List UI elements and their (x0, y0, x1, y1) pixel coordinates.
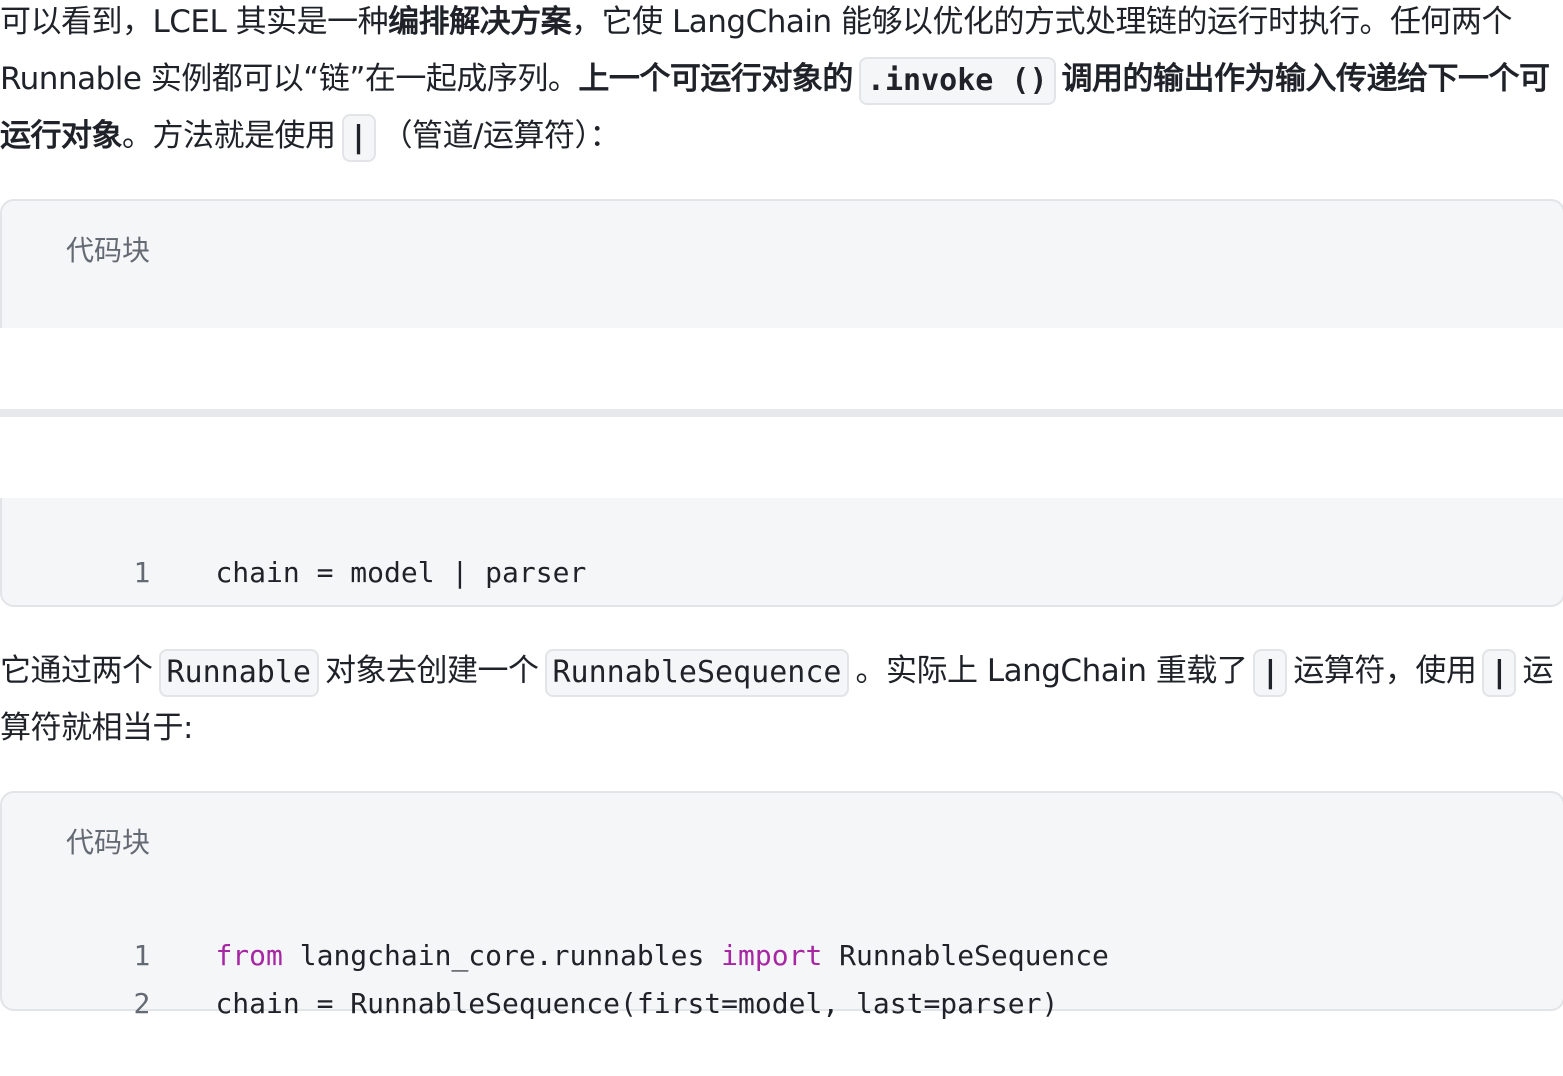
intro-bold-2: 上一个可运行对象的 (578, 61, 853, 97)
code-block-label: 代码块 (66, 234, 151, 267)
expl-text-2: 对象去创建一个 (325, 653, 539, 689)
divider (0, 409, 1563, 417)
code-line: 2 chain = RunnableSequence(first=model, l… (2, 932, 1058, 1020)
intro-paragraph: 可以看到，LCEL 其实是一种编排解决方案，它使 LangChain 能够以优化… (0, 0, 1563, 165)
inline-code-runnable: Runnable (158, 648, 319, 697)
code-text: chain = RunnableSequence(first=model, la… (215, 987, 1059, 1020)
inline-code-pipe: | (341, 113, 376, 162)
code-text: chain = model | parser (215, 556, 587, 589)
inline-code-invoke: .invoke () (858, 56, 1056, 105)
expl-text-4: 运算符，使用 (1293, 653, 1477, 689)
intro-text-4: （管道/运算符）： (381, 118, 621, 154)
expl-text-3: 。实际上 LangChain 重载了 (855, 653, 1248, 689)
inline-code-pipe-1: | (1253, 648, 1288, 697)
inline-code-runnablesequence: RunnableSequence (544, 648, 850, 697)
expl-text-1: 它通过两个 (0, 653, 153, 689)
code-block-label: 代码块 (66, 826, 151, 859)
code-block-2: 代码块 1 from langchain_core.runnables impor… (0, 791, 1563, 1020)
line-number: 2 (133, 987, 151, 1020)
code-line: 1 chain = model | parser (2, 501, 586, 589)
inline-code-pipe-2: | (1482, 648, 1517, 697)
explanation-paragraph: 它通过两个 Runnable 对象去创建一个 RunnableSequence 。实际上… (0, 643, 1563, 757)
code-line: 1 from langchain_core.runnables import Ru… (2, 884, 1108, 972)
intro-bold-1: 编排解决方案 (388, 4, 572, 40)
intro-text-3: 。方法就是使用 (122, 118, 336, 154)
intro-text-1: 可以看到，LCEL 其实是一种 (0, 4, 389, 40)
line-number: 1 (133, 556, 151, 589)
